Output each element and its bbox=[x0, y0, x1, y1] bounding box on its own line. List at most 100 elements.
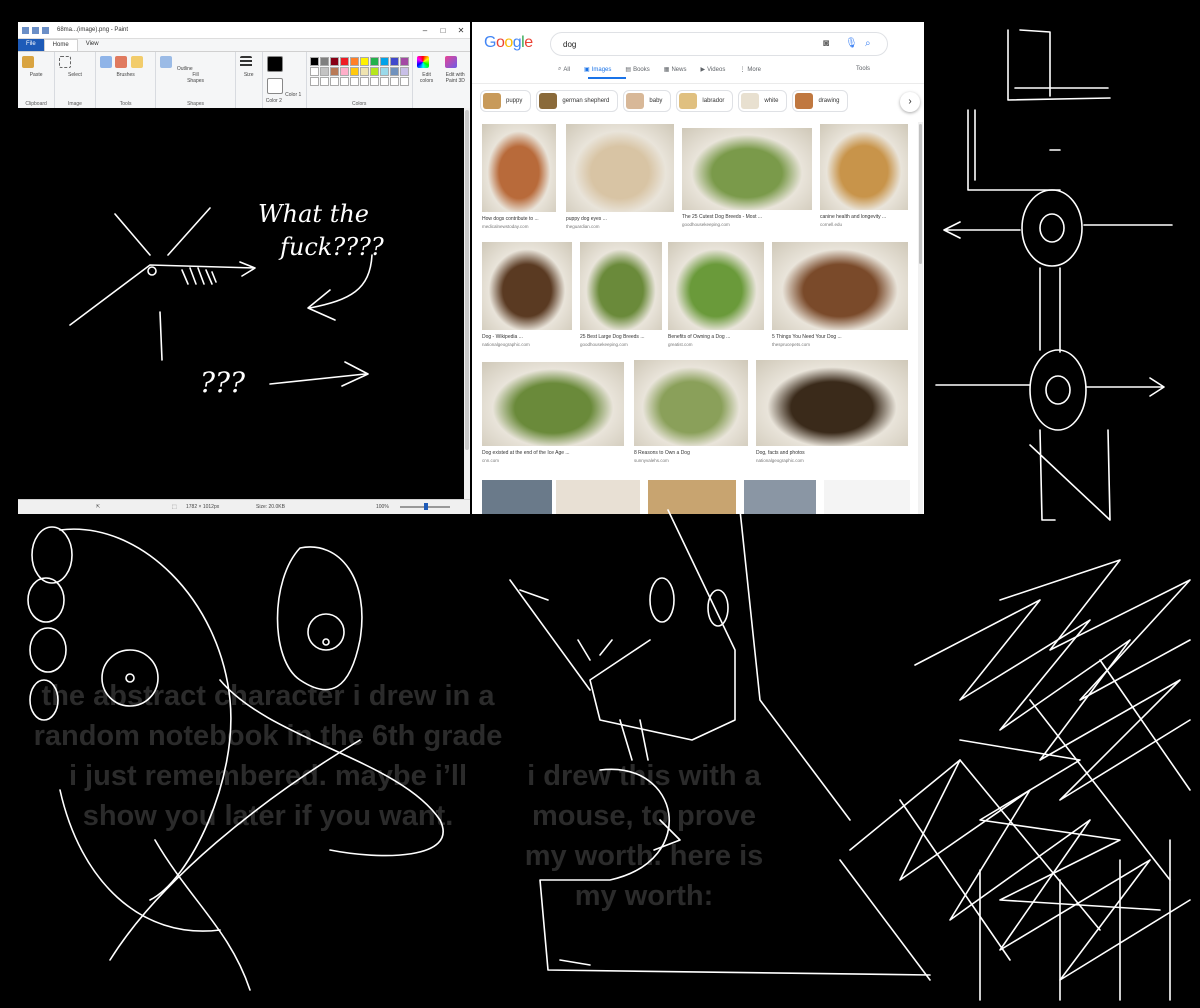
dog-photo-thumbnail[interactable] bbox=[482, 124, 556, 212]
color-swatch[interactable] bbox=[329, 57, 339, 66]
tab-images[interactable]: ▣ Images bbox=[584, 66, 611, 74]
google-logo[interactable]: Google bbox=[484, 34, 533, 52]
dog-photo-thumbnail[interactable] bbox=[482, 362, 624, 446]
color2-swatch[interactable] bbox=[266, 78, 283, 94]
image-result[interactable]: Dog existed at the end of the Ice Age ..… bbox=[482, 362, 624, 470]
result-caption[interactable]: Benefits of Owning a Dog ... bbox=[668, 334, 764, 340]
tab-books[interactable]: ▤ Books bbox=[625, 66, 649, 74]
result-thumbnail-partial[interactable] bbox=[482, 480, 552, 514]
image-result[interactable]: canine health and longevity ... cornell.e… bbox=[820, 124, 908, 234]
dog-photo-thumbnail[interactable] bbox=[668, 242, 764, 330]
pencil-icon[interactable] bbox=[99, 56, 112, 68]
color-swatch[interactable] bbox=[339, 77, 349, 86]
search-query[interactable]: dog bbox=[563, 40, 576, 49]
related-chip[interactable]: labrador bbox=[676, 90, 734, 112]
search-icon[interactable]: ⌕ bbox=[865, 38, 871, 49]
zoom-slider-thumb[interactable] bbox=[424, 503, 428, 510]
color-swatch[interactable] bbox=[309, 57, 319, 66]
minimize-icon[interactable]: – bbox=[416, 26, 434, 35]
color-swatch[interactable] bbox=[379, 57, 389, 66]
color-swatch[interactable] bbox=[349, 57, 359, 66]
color1-swatch[interactable] bbox=[266, 56, 283, 72]
result-caption[interactable]: Dog, facts and photos bbox=[756, 450, 908, 456]
shapes-icon[interactable] bbox=[160, 56, 173, 68]
dog-photo-thumbnail[interactable] bbox=[482, 242, 572, 330]
paint3d-icon[interactable] bbox=[444, 56, 457, 68]
mic-icon[interactable]: 🎙︎ bbox=[845, 38, 858, 49]
related-chip[interactable]: baby bbox=[623, 90, 672, 112]
tab-file[interactable]: File bbox=[18, 39, 44, 51]
dog-photo-thumbnail[interactable] bbox=[820, 124, 908, 210]
tab-videos[interactable]: ▶ Videos bbox=[700, 66, 725, 74]
paste-icon[interactable] bbox=[22, 56, 34, 68]
color-swatch[interactable] bbox=[369, 77, 379, 86]
color-swatch[interactable] bbox=[389, 77, 399, 86]
redo-icon[interactable] bbox=[42, 26, 49, 34]
color-swatch[interactable] bbox=[399, 57, 409, 66]
color-swatch[interactable] bbox=[399, 67, 409, 76]
color-swatch[interactable] bbox=[349, 67, 359, 76]
result-caption[interactable]: canine health and longevity ... bbox=[820, 214, 908, 220]
vertical-scrollbar[interactable] bbox=[918, 122, 923, 514]
image-result[interactable]: Dog - Wikipedia ... nationalgeographic.co… bbox=[482, 242, 572, 354]
related-chip[interactable]: puppy bbox=[480, 90, 532, 112]
color-swatch[interactable] bbox=[319, 67, 329, 76]
fill-icon[interactable] bbox=[115, 56, 128, 68]
tools-button[interactable]: Tools bbox=[856, 66, 870, 72]
image-result[interactable]: How dogs contribute to ... medicalnewstod… bbox=[482, 124, 556, 236]
select-icon[interactable] bbox=[59, 56, 72, 68]
related-chip[interactable]: german shepherd bbox=[536, 90, 619, 112]
close-icon[interactable]: ✕ bbox=[452, 26, 470, 35]
vertical-scrollbar[interactable] bbox=[464, 108, 470, 514]
dog-photo-thumbnail[interactable] bbox=[634, 360, 748, 446]
tab-home[interactable]: Home bbox=[43, 39, 78, 51]
color-swatch[interactable] bbox=[309, 67, 319, 76]
tab-all[interactable]: ⌕ All bbox=[558, 66, 570, 73]
chevron-right-icon[interactable]: › bbox=[900, 92, 920, 112]
tab-news[interactable]: ▦ News bbox=[664, 66, 687, 74]
color-swatch[interactable] bbox=[319, 57, 329, 66]
dog-photo-thumbnail[interactable] bbox=[682, 128, 812, 210]
related-chip[interactable]: white bbox=[738, 90, 788, 112]
undo-icon[interactable] bbox=[32, 26, 39, 34]
size-icon[interactable] bbox=[239, 56, 252, 68]
image-result[interactable]: 5 Things You Need Your Dog ... thesprucep… bbox=[772, 242, 908, 354]
tab-more[interactable]: ⋮ More bbox=[739, 66, 761, 74]
search-input[interactable]: dog ◙ 🎙︎ ⌕ bbox=[550, 32, 888, 56]
result-thumbnail-partial[interactable] bbox=[556, 480, 640, 514]
color-swatch[interactable] bbox=[339, 67, 349, 76]
result-caption[interactable]: How dogs contribute to ... bbox=[482, 216, 556, 222]
result-thumbnail-partial[interactable] bbox=[744, 480, 816, 514]
tab-view[interactable]: View bbox=[78, 39, 107, 51]
dog-photo-thumbnail[interactable] bbox=[566, 124, 674, 212]
color-swatch[interactable] bbox=[359, 77, 369, 86]
color-swatch[interactable] bbox=[329, 67, 339, 76]
save-icon[interactable] bbox=[22, 26, 29, 34]
dog-photo-thumbnail[interactable] bbox=[756, 360, 908, 446]
result-caption[interactable]: The 25 Cutest Dog Breeds - Most ... bbox=[682, 214, 812, 220]
result-caption[interactable]: Dog existed at the end of the Ice Age ..… bbox=[482, 450, 624, 456]
related-chip[interactable]: drawing bbox=[792, 90, 849, 112]
dog-photo-thumbnail[interactable] bbox=[772, 242, 908, 330]
color-swatch[interactable] bbox=[389, 57, 399, 66]
color-swatch[interactable] bbox=[309, 77, 319, 86]
color-swatch[interactable] bbox=[359, 57, 369, 66]
outline-label[interactable]: Outline bbox=[177, 66, 193, 72]
image-result[interactable]: The 25 Cutest Dog Breeds - Most ... goodh… bbox=[682, 128, 812, 234]
color-swatch[interactable] bbox=[389, 67, 399, 76]
image-result[interactable]: 8 Reasons to Own a Dog sunnyvalehs.com bbox=[634, 360, 748, 470]
color-swatch[interactable] bbox=[359, 67, 369, 76]
image-result[interactable]: puppy dog eyes ... theguardian.com bbox=[566, 124, 674, 236]
color-swatch[interactable] bbox=[379, 67, 389, 76]
camera-icon[interactable]: ◙ bbox=[823, 38, 829, 49]
result-caption[interactable]: 8 Reasons to Own a Dog bbox=[634, 450, 748, 456]
image-result[interactable]: Dog, facts and photos nationalgeographic.… bbox=[756, 360, 908, 470]
color-swatch[interactable] bbox=[319, 77, 329, 86]
brushes-icon[interactable] bbox=[130, 56, 143, 68]
color-swatch[interactable] bbox=[369, 67, 379, 76]
image-result[interactable]: Benefits of Owning a Dog ... greatist.com bbox=[668, 242, 764, 354]
color-swatch[interactable] bbox=[329, 77, 339, 86]
color-swatch[interactable] bbox=[339, 57, 349, 66]
color-swatch[interactable] bbox=[379, 77, 389, 86]
result-caption[interactable]: 25 Best Large Dog Breeds ... bbox=[580, 334, 662, 340]
